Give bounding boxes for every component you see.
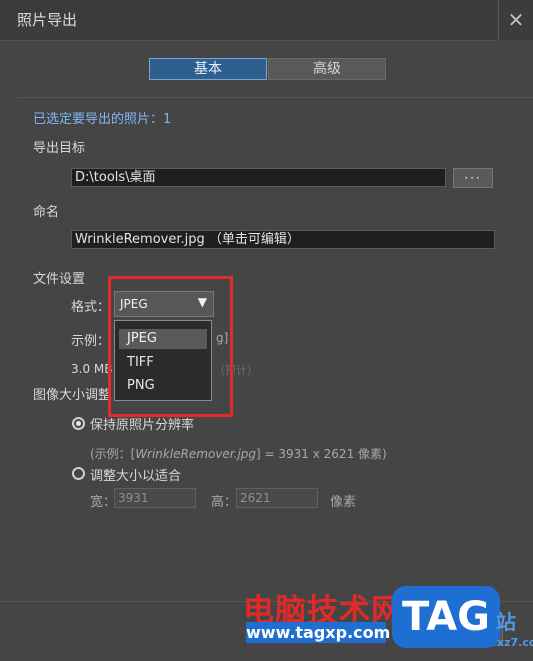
format-label: 格式： — [71, 300, 111, 315]
close-icon[interactable]: ✕ — [504, 7, 528, 33]
height-input[interactable]: 2621 — [236, 488, 318, 508]
filename-field[interactable]: WrinkleRemover.jpg （单击可编辑） — [71, 230, 495, 249]
dialog-body — [0, 40, 533, 661]
pixel-unit-label: 像素 — [330, 495, 357, 510]
watermark-corner: 站 — [496, 610, 516, 634]
tab-advanced[interactable]: 高级 — [268, 58, 386, 80]
example-prefix: (示例：[ — [90, 447, 136, 461]
width-input[interactable]: 3931 — [114, 488, 196, 508]
destination-path-field[interactable]: D:\tools\桌面 — [71, 168, 446, 187]
naming-label: 命名 — [33, 205, 60, 220]
keep-resolution-radio[interactable] — [72, 417, 85, 430]
title-bar — [0, 0, 533, 40]
title-divider — [498, 0, 499, 40]
image-size-label: 图像大小调整 — [33, 388, 112, 403]
dialog-title: 照片导出 — [17, 11, 78, 29]
section-divider — [18, 97, 533, 98]
browse-button[interactable]: ··· — [453, 168, 493, 188]
width-label: 宽： — [90, 495, 117, 510]
watermark-url: www.tagxp.com — [246, 622, 391, 643]
example-filename: WrinkleRemover.jpg — [135, 447, 257, 461]
tab-bar: 基本 高级 — [149, 58, 389, 80]
destination-label: 导出目标 — [33, 141, 86, 156]
file-settings-label: 文件设置 — [33, 272, 86, 287]
example-label: 示例： — [71, 334, 111, 349]
fit-size-label[interactable]: 调整大小以适合 — [90, 465, 181, 484]
estimated-size: 3.0 MB — [71, 362, 113, 376]
tab-basic[interactable]: 基本 — [149, 58, 267, 80]
keep-resolution-example: (示例：[WrinkleRemover.jpg] = 3931 x 2621 像… — [90, 445, 387, 462]
title-separator — [0, 40, 498, 41]
height-label: 高： — [211, 495, 238, 510]
fit-size-radio[interactable] — [72, 467, 85, 480]
selected-count: 已选定要导出的照片：1 — [33, 112, 172, 127]
tag-logo-icon: TAG — [392, 586, 500, 648]
highlight-annotation-box — [108, 276, 233, 417]
example-suffix: ] = 3931 x 2621 像素) — [256, 447, 387, 461]
watermark-corner-url: xz7.com — [497, 636, 533, 649]
